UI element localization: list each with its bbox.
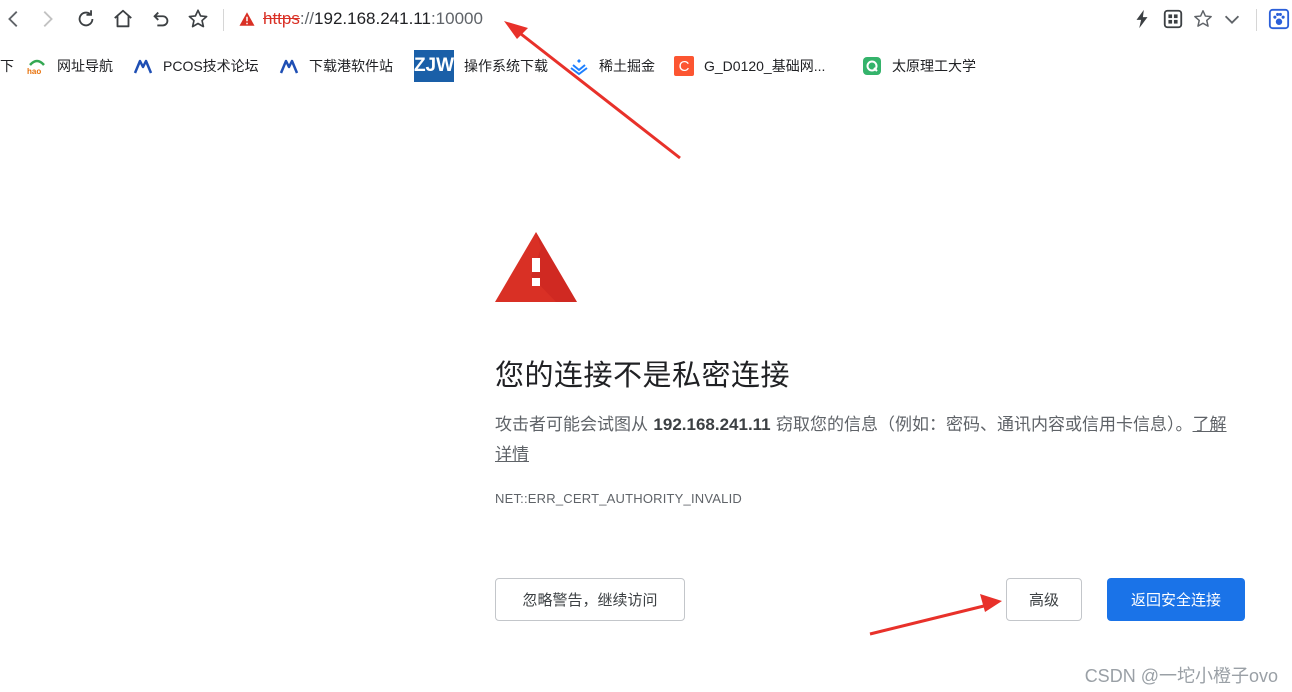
forward-button[interactable] xyxy=(34,6,60,32)
back-button[interactable] xyxy=(1,6,27,32)
error-description: 攻击者可能会试图从 192.168.241.11 窃取您的信息（例如：密码、通讯… xyxy=(495,410,1235,470)
bookmark-item[interactable]: 下 xyxy=(0,54,14,78)
warning-triangle-icon xyxy=(495,232,577,302)
bookmark-item[interactable]: hao 网址导航 xyxy=(27,54,113,78)
chevron-down-icon xyxy=(1224,15,1240,24)
bookmark-label: G_D0120_基础网... xyxy=(704,58,826,74)
bookmark-label: 网址导航 xyxy=(57,58,113,74)
bookmark-label: 下 xyxy=(0,58,14,74)
bookmark-label: 操作系统下载 xyxy=(464,58,548,74)
desc-text-before: 攻击者可能会试图从 xyxy=(495,415,654,435)
url-scheme: https xyxy=(263,9,300,28)
browser-toolbar: https://192.168.241.11:10000 xyxy=(0,0,1292,40)
url-host: 192.168.241.11 xyxy=(314,9,431,28)
undo-button[interactable] xyxy=(148,6,174,32)
bookmark-item[interactable]: C G_D0120_基础网... xyxy=(674,54,825,78)
reload-button[interactable] xyxy=(73,6,99,32)
ignore-warning-button[interactable]: 忽略警告，继续访问 xyxy=(495,578,685,621)
bookmark-label: 下载港软件站 xyxy=(309,58,393,74)
advanced-button[interactable]: 高级 xyxy=(1006,578,1082,621)
desc-host: 192.168.241.11 xyxy=(653,415,771,434)
pcos-logo-icon xyxy=(279,59,299,74)
bookmark-label: 稀土掘金 xyxy=(599,58,655,74)
lightning-icon xyxy=(1136,9,1148,29)
chevron-left-icon xyxy=(8,11,18,27)
dropdown-button[interactable] xyxy=(1219,6,1245,32)
paw-icon xyxy=(1268,8,1290,30)
back-to-safety-button[interactable]: 返回安全连接 xyxy=(1107,578,1245,621)
bookmarks-bar: 下 hao 网址导航 PCOS技术论坛 下载港软件站 ZJW 操作系统下载 稀土… xyxy=(0,46,1292,86)
bookmark-item[interactable]: PCOS技术论坛 xyxy=(133,54,259,78)
star-icon xyxy=(188,9,208,28)
bookmark-item[interactable]: 下载港软件站 xyxy=(279,54,393,78)
desc-text-after: 窃取您的信息（例如：密码、通讯内容或信用卡信息）。 xyxy=(770,415,1193,435)
star-icon xyxy=(1194,10,1212,27)
toolbar-divider xyxy=(1256,9,1257,31)
accelerate-button[interactable] xyxy=(1129,6,1155,32)
toolbar-divider xyxy=(223,9,224,31)
home-icon xyxy=(114,9,132,28)
green-q-logo-icon xyxy=(863,57,881,75)
arrow-to-advanced xyxy=(869,594,1002,636)
bookmark-item[interactable]: 太原理工大学 xyxy=(862,54,976,78)
bookmark-label: 太原理工大学 xyxy=(892,58,976,74)
svg-text:hao: hao xyxy=(27,67,41,76)
zjw-logo-icon: ZJW xyxy=(414,50,454,82)
error-code: NET::ERR_CERT_AUTHORITY_INVALID xyxy=(495,491,742,506)
csdn-c-logo-icon: C xyxy=(674,56,694,76)
bookmark-item[interactable]: ZJW 操作系统下载 xyxy=(414,50,548,82)
address-bar[interactable]: https://192.168.241.11:10000 xyxy=(238,6,483,32)
favorite-button[interactable] xyxy=(1190,6,1216,32)
bookmark-star-button[interactable] xyxy=(185,6,211,32)
url-port: :10000 xyxy=(430,9,483,28)
undo-icon xyxy=(153,11,169,27)
warning-triangle-icon xyxy=(239,12,255,26)
juejin-logo-icon xyxy=(570,59,588,76)
arrow-to-port xyxy=(504,21,681,160)
qr-grid-icon xyxy=(1163,9,1183,29)
bookmark-label: PCOS技术论坛 xyxy=(163,58,259,74)
qr-code-button[interactable] xyxy=(1160,6,1186,32)
chevron-right-icon xyxy=(43,11,53,27)
url-separator: :// xyxy=(299,9,315,28)
home-button[interactable] xyxy=(110,6,136,32)
bookmark-item[interactable]: 稀土掘金 xyxy=(569,54,655,78)
reload-icon xyxy=(78,10,94,27)
page-title: 您的连接不是私密连接 xyxy=(495,358,791,392)
pcos-logo-icon xyxy=(133,59,153,74)
hao-logo-icon: hao xyxy=(27,59,45,76)
watermark: CSDN @一坨小橙子ovo xyxy=(1084,666,1278,686)
extension-button[interactable] xyxy=(1266,6,1292,32)
